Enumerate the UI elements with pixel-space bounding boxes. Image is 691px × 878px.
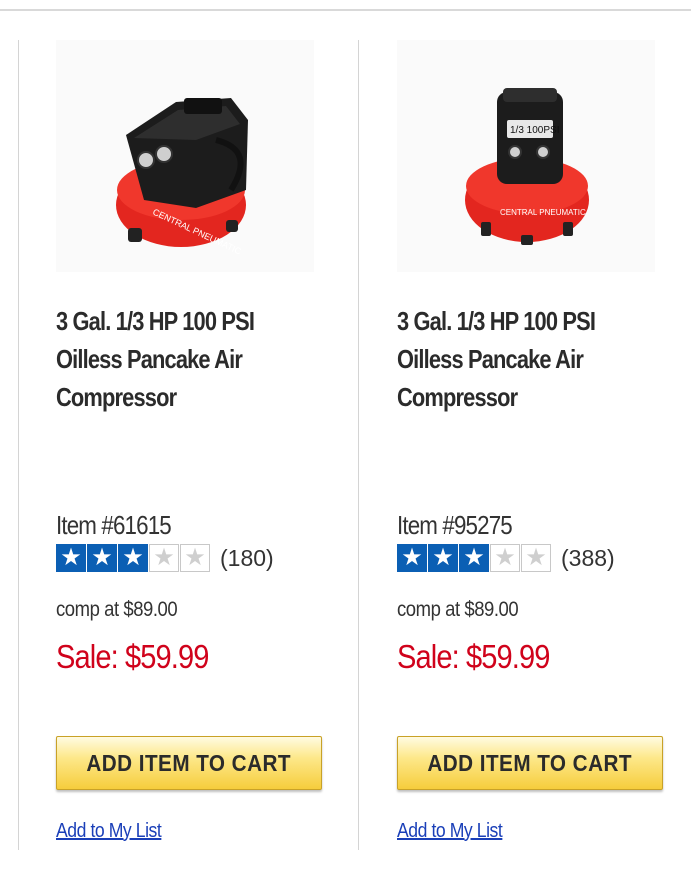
review-count[interactable]: (180) <box>220 545 274 572</box>
add-to-cart-label: ADD ITEM TO CART <box>86 749 292 776</box>
comp-price: comp at $89.00 <box>397 598 519 621</box>
star-empty-icon: ★ <box>490 544 520 572</box>
product-card: 1/3 100PSI CENTRAL PNEUMATIC 3 Gal. 1/3 … <box>397 40 687 860</box>
product-title-line: Compressor <box>56 382 177 412</box>
star-rating[interactable]: ★ ★ ★ ★ ★ (180) <box>56 544 274 572</box>
review-count[interactable]: (388) <box>561 545 615 572</box>
air-compressor-image: CENTRAL PNEUMATIC <box>116 98 248 257</box>
top-divider <box>0 9 691 11</box>
add-to-list-link[interactable]: Add to My List <box>397 820 503 843</box>
product-title-line: Oilless Pancake Air <box>56 344 243 374</box>
star-filled-icon: ★ <box>87 544 117 572</box>
stars: ★ ★ ★ ★ ★ <box>397 544 552 572</box>
star-empty-icon: ★ <box>149 544 179 572</box>
star-filled-icon: ★ <box>397 544 427 572</box>
item-number: Item #61615 <box>56 510 172 540</box>
star-filled-icon: ★ <box>428 544 458 572</box>
product-image[interactable]: CENTRAL PNEUMATIC <box>56 40 314 272</box>
svg-text:1/3 100PSI: 1/3 100PSI <box>510 125 559 136</box>
star-filled-icon: ★ <box>56 544 86 572</box>
add-to-cart-label: ADD ITEM TO CART <box>427 749 633 776</box>
star-empty-icon: ★ <box>521 544 551 572</box>
star-empty-icon: ★ <box>180 544 210 572</box>
sale-price: Sale: $59.99 <box>397 638 550 675</box>
add-to-list-link[interactable]: Add to My List <box>56 820 162 843</box>
product-card: CENTRAL PNEUMATIC 3 Gal. 1/3 HP 100 PSI … <box>56 40 346 860</box>
product-title-line: Oilless Pancake Air <box>397 344 584 374</box>
left-border <box>18 40 19 850</box>
star-rating[interactable]: ★ ★ ★ ★ ★ (388) <box>397 544 615 572</box>
add-to-cart-button[interactable]: ADD ITEM TO CART <box>56 736 322 790</box>
product-image[interactable]: 1/3 100PSI CENTRAL PNEUMATIC <box>397 40 655 272</box>
product-title-line: Compressor <box>397 382 518 412</box>
product-title-line: 3 Gal. 1/3 HP 100 PSI <box>397 306 596 336</box>
sale-price: Sale: $59.99 <box>56 638 209 675</box>
product-title-line: 3 Gal. 1/3 HP 100 PSI <box>56 306 255 336</box>
comp-price: comp at $89.00 <box>56 598 178 621</box>
product-title[interactable]: 3 Gal. 1/3 HP 100 PSI Oilless Pancake Ai… <box>56 302 325 416</box>
column-divider <box>358 40 359 850</box>
stars: ★ ★ ★ ★ ★ <box>56 544 211 572</box>
star-filled-icon: ★ <box>118 544 148 572</box>
air-compressor-image: 1/3 100PSI CENTRAL PNEUMATIC <box>465 88 589 245</box>
star-filled-icon: ★ <box>459 544 489 572</box>
svg-text:CENTRAL PNEUMATIC: CENTRAL PNEUMATIC <box>500 208 586 217</box>
product-title[interactable]: 3 Gal. 1/3 HP 100 PSI Oilless Pancake Ai… <box>397 302 666 416</box>
item-number: Item #95275 <box>397 510 513 540</box>
add-to-cart-button[interactable]: ADD ITEM TO CART <box>397 736 663 790</box>
